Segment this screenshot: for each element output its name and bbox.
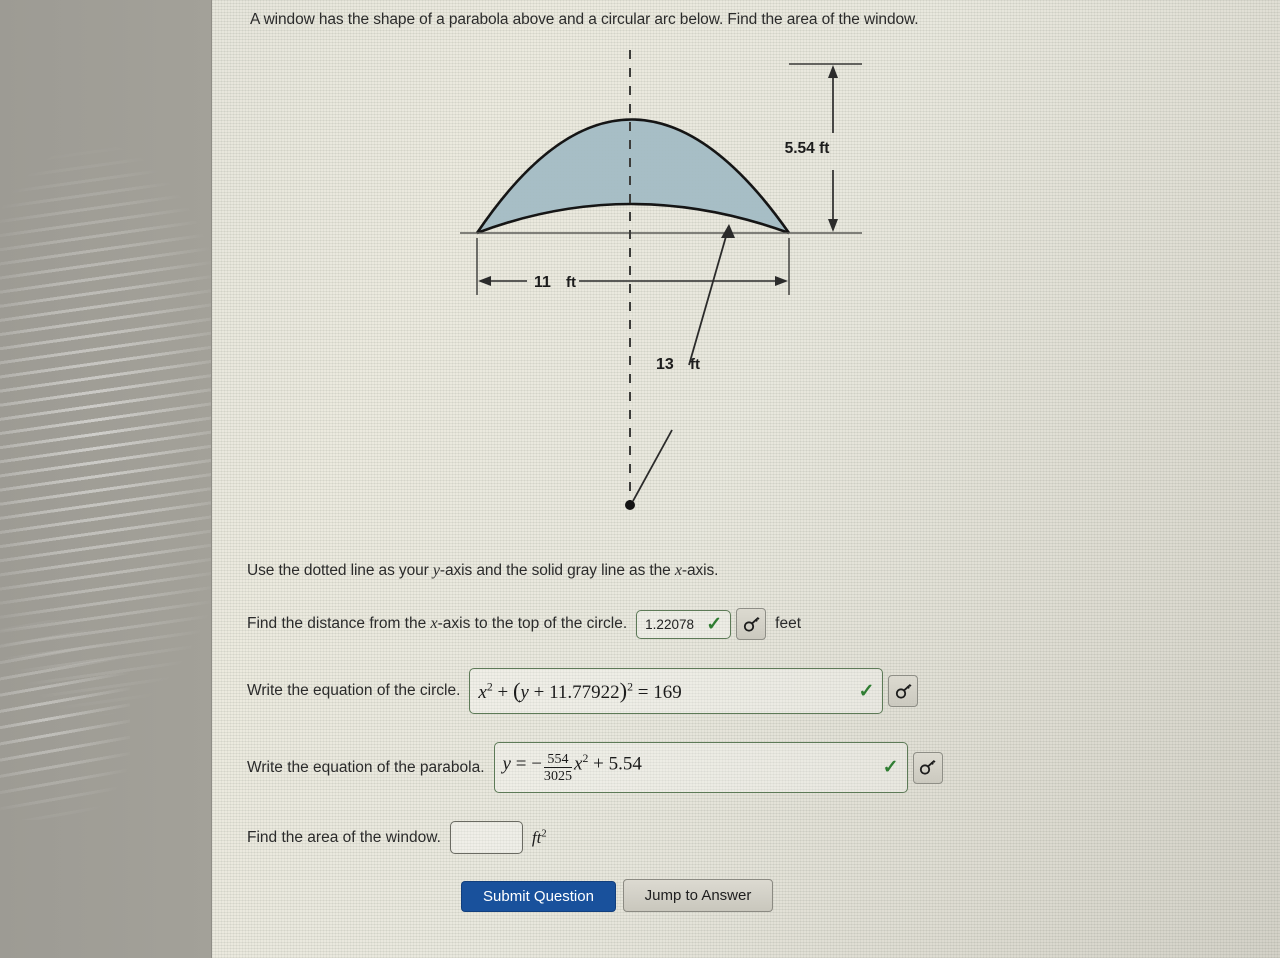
jump-to-answer-button[interactable]: Jump to Answer [623,879,773,912]
parabola-eq-fraction: 554 3025 [543,750,573,784]
math-keyboard-glyph [743,616,760,632]
circle-eq-x: x [478,682,487,703]
area-answer-input[interactable] [449,821,523,854]
math-keyboard-icon[interactable] [888,675,919,707]
distance-answer-value: 1.22078 [645,616,694,632]
circle-center-dot [625,500,635,510]
parabola-equation-value: y = − 554 3025 x2 + 5.54 [502,750,642,784]
parabola-eq-plus: + [593,753,604,775]
parabola-eq-y: y [502,753,511,775]
circle-eq-x-exp: 2 [486,680,493,694]
width-arrow-left [478,276,491,286]
radius-arrow-head [721,224,735,238]
window-diagram: 13 ft 5.54 ft 11 ft [457,40,877,530]
answer-row-circle: Write the equation of the circle. x2 + (… [247,668,919,714]
distance-label-var: x [430,615,438,632]
math-keyboard-icon[interactable] [912,751,943,784]
circle-eq-y: y [520,682,529,703]
circle-eq-inner-const: 11.77922 [549,682,620,703]
parabola-equation-label: Write the equation of the parabola. [247,758,485,776]
circle-equation-label: Write the equation of the circle. [247,682,461,699]
correct-check-icon: ✓ [706,613,723,635]
circle-eq-group-exp: 2 [627,680,633,694]
radius-leader-lower [632,429,673,502]
assignment-page: A window has the shape of a parabola abo… [211,0,1280,958]
axis-instruction-mid: -axis and the solid gray line as the [439,562,675,579]
circle-eq-rhs: 169 [653,682,682,703]
correct-check-icon: ✓ [858,680,875,702]
distance-answer-input[interactable]: 1.22078 ✓ [636,609,732,639]
parabola-eq-equals: = [515,753,527,775]
circle-equation-value: x2 + (y + 11.77922)2 = 169 [478,678,681,704]
width-label-value: 11 [534,274,551,291]
window-diagram-svg: 13 ft 5.54 ft 11 ft [460,50,862,510]
math-keyboard-glyph [919,759,936,775]
axis-instruction-y-var: y [432,562,440,579]
width-arrow-right [775,276,788,286]
axis-instruction: Use the dotted line as your y-axis and t… [247,562,718,580]
height-label: 5.54 ft [785,140,830,157]
parabola-equation-input[interactable]: y = − 554 3025 x2 + 5.54 ✓ [493,742,908,793]
circle-eq-plus: + [497,682,509,703]
parabola-eq-minus: − [531,753,542,775]
question-prompt: A window has the shape of a parabola abo… [250,11,919,28]
answer-row-area: Find the area of the window. ft2 [247,821,547,854]
area-unit-exp: 2 [541,827,547,839]
distance-unit-label: feet [775,615,802,632]
answer-row-distance: Find the distance from the x-axis to the… [247,608,801,640]
axis-instruction-x-var: x [674,562,682,579]
area-unit-base: ft [531,827,542,847]
parabola-eq-const: 5.54 [608,753,642,775]
circle-eq-equals: = [637,682,649,703]
axis-instruction-post: -axis. [681,562,719,579]
area-unit-label: ft2 [532,828,547,848]
radius-leader-upper [688,225,730,366]
parabola-eq-x-exp: 2 [582,751,589,765]
parabola-eq-denominator: 3025 [543,766,573,784]
distance-label: Find the distance from the x-axis to the… [247,615,627,633]
correct-check-icon: ✓ [882,757,899,778]
radius-label-unit: ft [690,356,700,373]
axis-instruction-pre: Use the dotted line as your [247,562,433,579]
distance-label-post: -axis to the top of the circle. [437,615,628,632]
circle-eq-close-paren: ) [619,678,628,703]
circle-eq-inner-op: + [533,682,545,703]
math-keyboard-icon[interactable] [736,608,767,640]
height-arrow-down [828,219,838,232]
radius-label-value: 13 [656,356,674,373]
distance-label-pre: Find the distance from the [247,615,431,632]
width-label-unit: ft [566,274,576,291]
circle-equation-input[interactable]: x2 + (y + 11.77922)2 = 169 ✓ [469,668,884,714]
submit-question-button[interactable]: Submit Question [461,881,616,912]
parabola-eq-numerator: 554 [547,750,569,767]
height-arrow-up [828,65,838,78]
math-keyboard-glyph [895,683,912,699]
answer-row-parabola: Write the equation of the parabola. y = … [247,742,943,793]
area-label: Find the area of the window. [247,828,441,846]
